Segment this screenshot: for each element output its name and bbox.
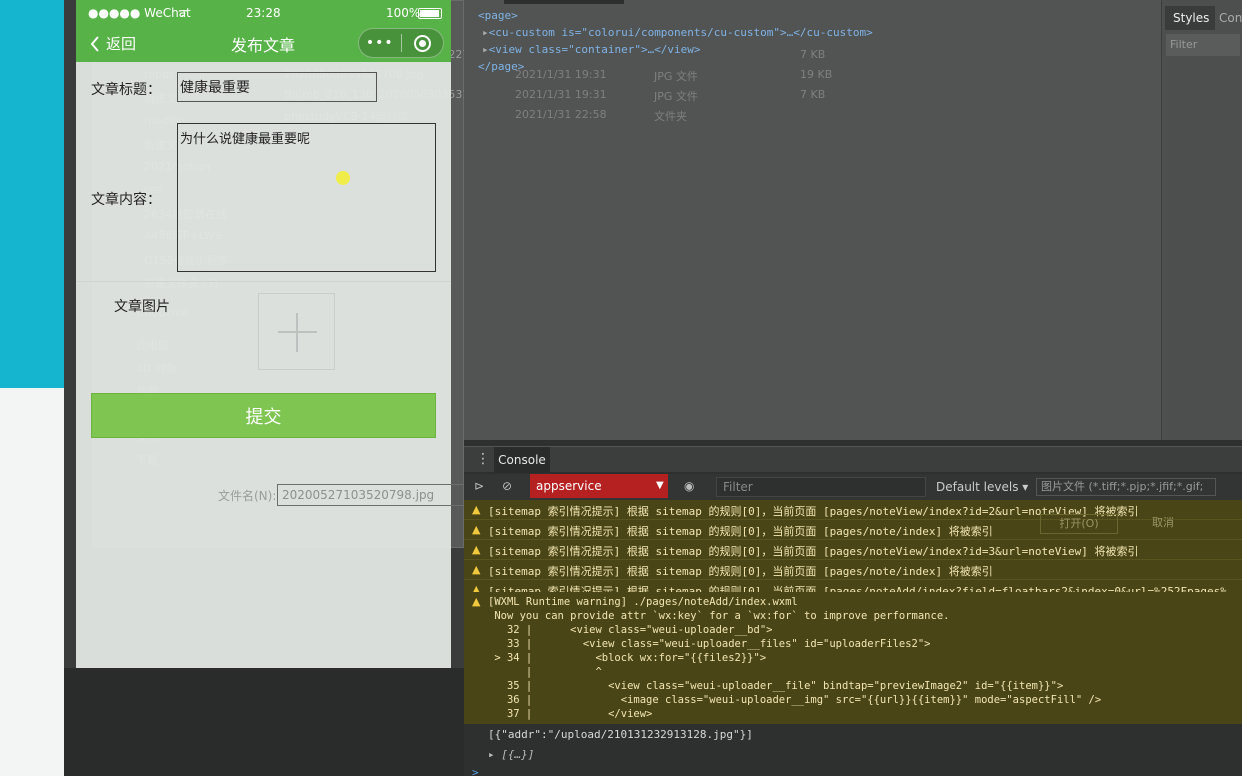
ghost-file-type: JPG 文件	[654, 70, 698, 83]
nav-bar: 返回 发布文章 •••	[76, 28, 451, 62]
warning-icon: ▲	[472, 595, 481, 608]
screen: product3product5repos新建文modify新建文2021mob…	[0, 0, 1242, 776]
back-button[interactable]: 返回	[90, 33, 136, 54]
expand-arrow-icon[interactable]: ▸	[482, 26, 489, 39]
log-row: ▲ [sitemap 索引情况提示] 根据 sitemap 的规则[0]，当前页面…	[464, 560, 1242, 580]
wifi-icon: ᯤ	[178, 6, 189, 19]
styles-filter[interactable]: Filter	[1166, 34, 1240, 56]
ghost-file-type: JPG 文件	[654, 90, 698, 103]
section-divider	[76, 281, 451, 282]
warning-line: 33 | <view class="weui-uploader__files" …	[488, 638, 931, 650]
console-header: ⋮ Console	[464, 446, 1242, 473]
xml-line[interactable]: <page>	[478, 9, 518, 22]
status-time: 23:28	[246, 6, 281, 20]
warning-icon: ▲	[472, 563, 481, 576]
desktop-background	[0, 0, 64, 388]
clear-console-icon[interactable]: ⊘	[502, 479, 512, 493]
log-text: [sitemap 索引情况提示] 根据 sitemap 的规则[0]，当前页面 …	[488, 565, 993, 578]
xml-line[interactable]: ▸<view class="container">…</view>	[482, 43, 701, 56]
warning-line: 35 | <view class="weui-uploader__file" b…	[488, 680, 1064, 692]
warning-line: Now you can provide attr `wx:key` for a …	[488, 610, 950, 622]
image-label: 文章图片	[114, 299, 170, 315]
log-levels-select[interactable]: Default levels ▾	[936, 474, 1028, 500]
warning-icon: ▲	[472, 523, 481, 536]
content-textarea[interactable]: 为什么说健康最重要呢	[177, 123, 436, 272]
add-image-button[interactable]	[258, 293, 335, 370]
warning-icon: ▲	[472, 543, 481, 556]
warning-line: 37 | </view>	[488, 708, 653, 720]
wxml-tab-bar	[504, 0, 624, 4]
content-label: 文章内容：	[91, 192, 161, 208]
ghost-file-size: 19 KB	[800, 68, 833, 81]
chevron-left-icon	[90, 35, 99, 52]
wxml-panel: <page> ▸<cu-custom is="colorui/component…	[464, 0, 1161, 440]
console-toolbar: ⊳ ⊘ appservice ▼ ◉ Filter Default levels…	[464, 474, 1242, 500]
filename-input[interactable]: 20200527103520798.jpg	[277, 484, 465, 506]
ghost-file-type: 文件夹	[654, 110, 687, 123]
battery-icon	[418, 8, 442, 19]
more-button[interactable]: •••	[359, 35, 401, 51]
status-bar: ●●●●● WeChat ᯤ 23:28 100%	[76, 0, 451, 28]
menu-capsule: •••	[358, 28, 444, 58]
tab-console[interactable]: Console	[494, 447, 550, 473]
ghost-cancel-button: 取消	[1152, 516, 1174, 529]
xml-text: <cu-custom is="colorui/components/cu-cus…	[488, 26, 873, 39]
log-row: ▲ [sitemap 索引情况提示] 根据 sitemap 的规则[0]，当前页面…	[464, 540, 1242, 560]
battery-percent: 100%	[386, 6, 421, 20]
styles-panel: Styles Con Filter	[1161, 0, 1242, 440]
desktop-background-lower	[0, 388, 64, 776]
log-text: [sitemap 索引情况提示] 根据 sitemap 的规则[0]，当前页面 …	[488, 545, 1139, 558]
page-title: 发布文章	[231, 36, 296, 55]
close-miniprogram-button[interactable]	[401, 34, 443, 52]
warning-line: | ^	[488, 666, 602, 678]
sidebar-toggle-icon[interactable]: ⊳	[474, 479, 484, 493]
kebab-menu-icon[interactable]: ⋮	[476, 451, 490, 467]
tab-computed[interactable]: Con	[1219, 6, 1242, 30]
submit-button[interactable]: 提交	[91, 393, 436, 438]
ghost-file-size: 7 KB	[800, 48, 826, 61]
wxml-runtime-warning: ▲ [WXML Runtime warning] ./pages/noteAdd…	[464, 592, 1242, 724]
console-output: [{"addr":"/upload/210131232913128.jpg"}]	[488, 728, 753, 741]
context-select[interactable]: appservice	[530, 474, 668, 498]
warning-line: 36 | <image class="weui-uploader__img" s…	[488, 694, 1102, 706]
chevron-down-icon: ▼	[656, 480, 664, 491]
ghost-filetype-select: 图片文件 (*.tiff;*.pjp;*.jfif;*.gif;	[1036, 478, 1216, 496]
xml-line[interactable]: ▸<cu-custom is="colorui/components/cu-cu…	[482, 26, 873, 39]
context-value: appservice	[536, 479, 602, 493]
phone-screen: ●●●●● WeChat ᯤ 23:28 100% 返回 发布文章 ••• 文章…	[76, 0, 451, 668]
warning-line: > 34 | <block wx:for="{{files2}}">	[488, 652, 767, 664]
log-text: [sitemap 索引情况提示] 根据 sitemap 的规则[0]，当前页面 …	[488, 525, 993, 538]
signal-indicator: ●●●●● WeChat	[88, 6, 191, 20]
console-object-expander[interactable]: ▸ [{…}]	[488, 748, 534, 761]
warning-line: [WXML Runtime warning] ./pages/noteAdd/i…	[488, 596, 798, 608]
target-icon	[413, 34, 431, 52]
back-label: 返回	[106, 35, 137, 53]
title-input[interactable]	[177, 72, 377, 102]
touch-cursor	[336, 171, 350, 185]
eye-icon[interactable]: ◉	[684, 479, 694, 493]
title-label: 文章标题：	[91, 82, 161, 98]
warning-line: 32 | <view class="weui-uploader__bd">	[488, 624, 773, 636]
xml-text: <view class="container">…</view>	[488, 43, 701, 56]
ghost-file-date: 2021/1/31 19:31	[515, 68, 607, 81]
ghost-file-date: 2021/1/31 19:31	[515, 88, 607, 101]
ghost-file-date: 2021/1/31 22:58	[515, 108, 607, 121]
console-prompt[interactable]: >	[472, 766, 479, 776]
ghost-open-button: 打开(O)	[1040, 514, 1118, 534]
expand-arrow-icon[interactable]: ▸	[482, 43, 489, 56]
simulator-bottom	[64, 668, 464, 776]
console-filter-input[interactable]: Filter	[716, 477, 926, 497]
warning-icon: ▲	[472, 503, 481, 516]
ghost-file-size: 7 KB	[800, 88, 826, 101]
tab-styles[interactable]: Styles	[1165, 6, 1215, 30]
devtools-panel: <page> ▸<cu-custom is="colorui/component…	[464, 0, 1242, 776]
filename-label: 文件名(N):	[218, 489, 277, 503]
